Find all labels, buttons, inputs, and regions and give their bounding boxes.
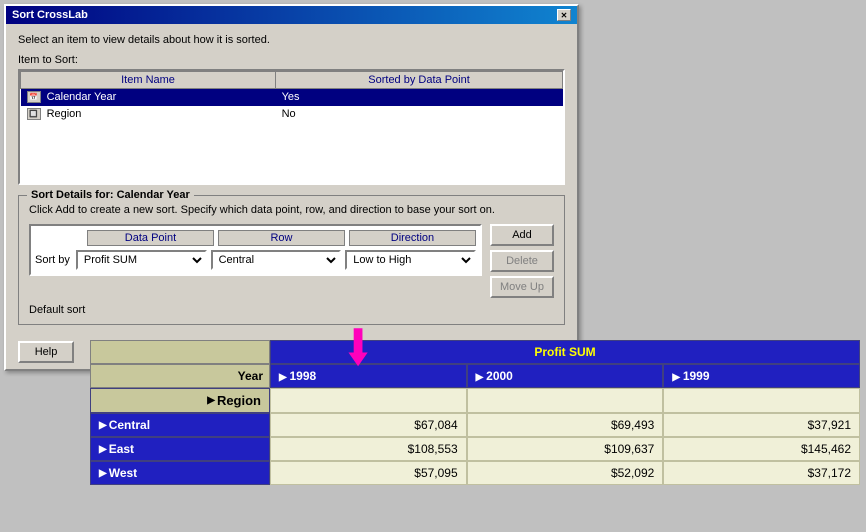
row-sorted: No	[276, 106, 563, 123]
central-val-1998: $67,084	[270, 413, 467, 437]
data-point-select[interactable]: Profit SUM	[76, 250, 207, 270]
sort-buttons: Add Delete Move Up	[490, 224, 554, 298]
crosstab-data-rows: Region Central $67,084 $69,493 $37,921 E…	[90, 388, 860, 485]
col-data-point: Data Point	[87, 230, 214, 246]
instruction-text: Select an item to view details about how…	[18, 34, 565, 46]
row-name: 📅 Calendar Year	[21, 89, 276, 106]
central-val-1999: $37,921	[663, 413, 860, 437]
region-header-row: Region	[90, 388, 860, 413]
central-val-2000: $69,493	[467, 413, 664, 437]
west-val-2000: $52,092	[467, 461, 664, 485]
east-val-1998: $108,553	[270, 437, 467, 461]
title-bar-buttons: ✕	[557, 9, 571, 21]
crosstab-table: Profit SUM Year 1998 2000 1999 Region Ce…	[90, 340, 860, 485]
sort-controls-left: Data Point Row Direction Sort by Profit …	[29, 224, 482, 276]
year-1999[interactable]: 1999	[663, 364, 860, 388]
col-item-name: Item Name	[21, 72, 276, 89]
delete-button[interactable]: Delete	[490, 250, 554, 272]
empty-row	[21, 123, 563, 183]
sort-details-desc: Click Add to create a new sort. Specify …	[29, 204, 554, 216]
east-label[interactable]: East	[90, 437, 270, 461]
sort-headers: Data Point Row Direction	[35, 230, 476, 246]
region-val-3	[663, 388, 860, 413]
region-val-2	[467, 388, 664, 413]
year-2000[interactable]: 2000	[467, 364, 664, 388]
sort-crosslab-dialog: Sort CrossLab ✕ Select an item to view d…	[4, 4, 579, 371]
west-row: West $57,095 $52,092 $37,172	[90, 461, 860, 485]
calendar-icon: 📅	[27, 91, 41, 103]
west-val-1999: $37,172	[663, 461, 860, 485]
table-row[interactable]: 🔲 Region No	[21, 106, 563, 123]
row-name: 🔲 Region	[21, 106, 276, 123]
add-button[interactable]: Add	[490, 224, 554, 246]
items-table: Item Name Sorted by Data Point 📅 Calenda…	[20, 71, 563, 183]
sort-arrow: ⬇	[344, 320, 372, 376]
east-row: East $108,553 $109,637 $145,462	[90, 437, 860, 461]
col-row: Row	[218, 230, 345, 246]
sort-controls-area: Data Point Row Direction Sort by Profit …	[29, 224, 554, 298]
sort-by-label: Sort by	[35, 254, 70, 266]
east-val-2000: $109,637	[467, 437, 664, 461]
region-header-label: Region	[90, 388, 270, 413]
row-select[interactable]: Central	[211, 250, 342, 270]
region-val-1	[270, 388, 467, 413]
region-icon: 🔲	[27, 108, 41, 120]
move-up-button[interactable]: Move Up	[490, 276, 554, 298]
title-bar: Sort CrossLab ✕	[6, 6, 577, 24]
dialog-title: Sort CrossLab	[12, 9, 88, 21]
sort-row: Sort by Profit SUM Central Low to High	[35, 250, 476, 270]
west-label[interactable]: West	[90, 461, 270, 485]
item-to-sort-label: Item to Sort:	[18, 54, 565, 66]
help-button[interactable]: Help	[18, 341, 74, 363]
items-table-container: Item Name Sorted by Data Point 📅 Calenda…	[18, 69, 565, 185]
year-label-cell: Year	[90, 364, 270, 388]
default-sort: Default sort	[29, 304, 554, 316]
dialog-body: Select an item to view details about how…	[6, 24, 577, 335]
central-label[interactable]: Central	[90, 413, 270, 437]
sort-details-group: Sort Details for: Calendar Year Click Ad…	[18, 195, 565, 325]
row-sorted: Yes	[276, 89, 563, 106]
sort-details-title: Sort Details for: Calendar Year	[27, 189, 194, 201]
crosstab-corner	[90, 340, 270, 364]
east-val-1999: $145,462	[663, 437, 860, 461]
col-direction: Direction	[349, 230, 476, 246]
close-button[interactable]: ✕	[557, 9, 571, 21]
crosstab-header-row: Profit SUM	[90, 340, 860, 364]
crosstab-years-row: Year 1998 2000 1999	[90, 364, 860, 388]
central-row: Central $67,084 $69,493 $37,921	[90, 413, 860, 437]
table-row[interactable]: 📅 Calendar Year Yes	[21, 89, 563, 106]
direction-select[interactable]: Low to High	[345, 250, 476, 270]
col-sorted-by: Sorted by Data Point	[276, 72, 563, 89]
west-val-1998: $57,095	[270, 461, 467, 485]
